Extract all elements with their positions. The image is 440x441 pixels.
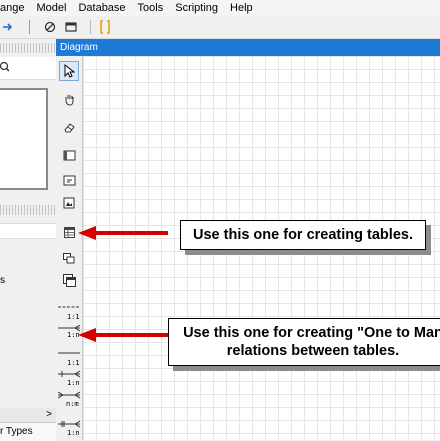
menu-tools[interactable]: Tools bbox=[138, 0, 164, 16]
panel-search-row bbox=[0, 57, 56, 80]
view-icon bbox=[63, 252, 75, 263]
note-icon bbox=[63, 175, 75, 185]
frame-tool[interactable] bbox=[59, 145, 79, 165]
menu-change[interactable]: ange bbox=[0, 0, 24, 16]
pointer-icon bbox=[64, 64, 75, 78]
callout-tables: Use this one for creating tables. bbox=[180, 220, 426, 250]
callout-relations: Use this one for creating "One to Man re… bbox=[168, 318, 440, 366]
hand-icon bbox=[65, 94, 73, 106]
callout-relations-line2: relations between tables. bbox=[226, 343, 400, 359]
callout-tables-text: Use this one for creating tables. bbox=[193, 227, 413, 243]
relation-label: n:m bbox=[66, 400, 79, 408]
image-icon bbox=[63, 197, 75, 209]
table-icon bbox=[63, 226, 75, 238]
callout-relations-line1: Use this one for creating "One to Man bbox=[183, 325, 440, 341]
arrow-icon[interactable] bbox=[0, 19, 16, 35]
copy-icon bbox=[62, 273, 76, 287]
relation-label: 1:n bbox=[67, 379, 80, 387]
scroll-right-icon[interactable]: > bbox=[46, 408, 52, 422]
relation-label: 1:1 bbox=[67, 313, 80, 321]
zoom-icon[interactable] bbox=[0, 61, 10, 76]
relation-1-n-existing-tool[interactable]: 1:n bbox=[58, 420, 81, 438]
pointer-tool[interactable] bbox=[59, 61, 79, 81]
menu-scripting[interactable]: Scripting bbox=[175, 0, 218, 16]
eraser-icon bbox=[63, 122, 75, 132]
panel-text: s bbox=[0, 275, 5, 286]
relation-1-1-tool[interactable]: 1:1 bbox=[58, 304, 80, 322]
relation-1-1-identifying-tool[interactable]: 1:1 bbox=[58, 350, 80, 368]
toolbar bbox=[0, 16, 440, 39]
left-panel: s > r Types bbox=[0, 39, 56, 441]
hand-tool[interactable] bbox=[59, 89, 79, 109]
menu-help[interactable]: Help bbox=[230, 0, 253, 16]
panel-grip-2[interactable] bbox=[0, 205, 56, 215]
window-icon[interactable] bbox=[63, 19, 79, 35]
image-tool[interactable] bbox=[59, 193, 79, 213]
note-tool[interactable] bbox=[59, 170, 79, 190]
bracket-icon[interactable] bbox=[97, 19, 113, 35]
copy-tool[interactable] bbox=[59, 270, 79, 290]
panel-field[interactable] bbox=[0, 223, 56, 239]
no-icon[interactable] bbox=[42, 19, 58, 35]
menu-bar: ange Model Database Tools Scripting Help bbox=[0, 0, 440, 16]
relation-label: 1:1 bbox=[67, 359, 80, 367]
overview-canvas[interactable] bbox=[0, 88, 48, 190]
panel-grip[interactable] bbox=[0, 43, 56, 53]
relation-n-m-tool[interactable]: n:m bbox=[57, 391, 81, 409]
relation-label: 1:n bbox=[67, 429, 80, 437]
tool-palette: 1:1 1:n 1:1 1:n n:m 1:n bbox=[56, 56, 83, 440]
toolbar-separator bbox=[90, 20, 91, 34]
menu-model[interactable]: Model bbox=[36, 0, 66, 16]
tab-types[interactable]: r Types bbox=[0, 422, 56, 441]
relation-1-n-identifying-tool[interactable]: 1:n bbox=[58, 370, 81, 388]
horizontal-scrollbar[interactable]: > bbox=[0, 408, 56, 422]
arrow-to-table-tool bbox=[78, 226, 168, 240]
arrow-to-relation-tool bbox=[78, 328, 168, 342]
frame-icon bbox=[63, 150, 75, 160]
menu-database[interactable]: Database bbox=[78, 0, 125, 16]
separator-icon bbox=[21, 19, 37, 35]
view-tool[interactable] bbox=[59, 248, 79, 268]
diagram-tab-header[interactable]: Diagram bbox=[56, 39, 440, 56]
eraser-tool[interactable] bbox=[59, 117, 79, 137]
